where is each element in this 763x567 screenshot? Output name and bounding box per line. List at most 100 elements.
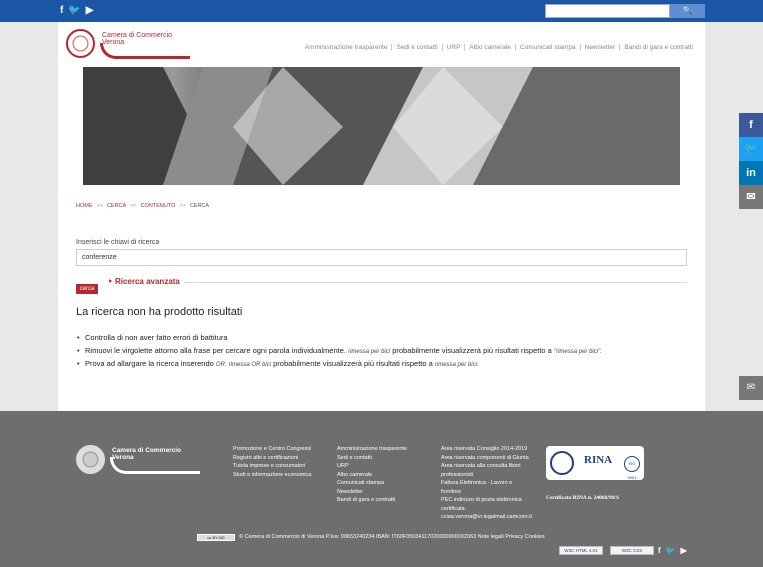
certificate-text: Certificato RINA n. 24060/99/S [546,495,620,501]
footer-logo-swoosh [110,457,200,474]
footer-link[interactable]: Fattura Elettronica - Lavoro e [441,479,532,488]
footer-link[interactable]: Area riservata componenti di Giunta [441,454,532,463]
breadcrumb-separator: >> [96,203,103,209]
nav-item-urp[interactable]: URP [441,44,465,51]
rina-seal-icon [550,451,574,475]
nav-item-newsletter[interactable]: Newsletter [579,44,620,51]
facebook-icon[interactable]: f [658,546,661,556]
breadcrumb-cerca[interactable]: CERCA [107,203,126,209]
email-icon[interactable]: ✉ [739,185,763,209]
footer-col-nav: Amministrazione trasparente Sedi e conta… [337,445,407,505]
tip-example: OR. [215,362,227,368]
footer-link[interactable]: Area riservata Consiglio 2014-2019 [441,445,532,454]
footer-link[interactable]: Albo camerale [337,471,407,480]
nav-item-amministrazione[interactable]: Amministrazione trasparente [301,44,392,51]
facebook-icon[interactable]: f [739,113,763,137]
search-button[interactable]: cerca [76,284,98,294]
list-item: Prova ad allargare la ricerca inserendo … [76,358,676,372]
breadcrumb-separator: >> [130,203,137,209]
divider [184,282,687,283]
tip-example: rimessa per bici. [434,362,479,368]
youtube-icon[interactable]: ▶ [681,546,687,556]
site-logo[interactable]: Camera di Commercio Verona [66,29,196,62]
search-input[interactable]: conferenze [76,249,687,266]
twitter-icon[interactable]: 🐦 [739,137,763,161]
no-results-heading: La ricerca non ha prodotto risultati [76,306,243,318]
search-label: Inserisci le chiavi di ricerca [76,239,160,246]
list-item: Controlla di non aver fatto errori di ba… [76,332,676,345]
footer-link[interactable]: Bandi di gara e contratti [337,496,407,505]
main-nav: Amministrazione trasparente Sedi e conta… [301,44,697,51]
w3c-html-badge[interactable]: W3C HTML 4.01 [559,546,603,555]
breadcrumb-separator: >> [179,203,186,209]
top-bar: f 🐦 ▶ 🔍 [0,0,763,22]
chamber-seal-icon [66,29,95,58]
share-sidebar: f 🐦 in ✉ [739,113,763,209]
tip-text: Rimuovi le virgolette attorno alla frase… [85,345,346,355]
facebook-icon[interactable]: f [60,5,63,17]
creative-commons-badge[interactable]: cc BY-ND [197,534,235,541]
w3c-css-badge[interactable]: W3C CSS [610,546,654,555]
nav-item-comunicati[interactable]: Comunicati stampa [514,44,580,51]
footer-text: PEC indirizzo di posta elettronica [441,497,522,503]
tip-example: rimessa OR bici [228,362,272,368]
top-search: 🔍 [545,4,705,18]
footer-social-links: f 🐦 ▶ [658,546,687,556]
banner-collage [83,67,680,185]
chamber-seal-icon [76,445,105,474]
breadcrumb-current: CERCA [189,203,210,209]
search-icon: 🔍 [682,6,693,15]
linkedin-icon[interactable]: in [739,161,763,185]
top-search-input[interactable] [545,4,670,18]
tip-text: Controlla di non aver fatto errori di ba… [85,333,228,342]
footer-col-reserved: Area riservata Consiglio 2014-2019 Area … [441,445,532,522]
nav-item-bandi[interactable]: Bandi di gara e contratti [619,44,697,51]
logo-swoosh [100,43,190,59]
footer-link[interactable]: URP [337,462,407,471]
footer-logo-line1: Camera di Commercio [112,447,181,454]
tip-text: Prova ad allargare la ricerca inserendo [85,359,214,368]
tip-text: probabilmente visualizzerà più risultati… [273,359,433,368]
nav-item-sedi[interactable]: Sedi e contatti [391,44,441,51]
footer-logo[interactable]: Camera di Commercio Verona [76,445,206,477]
rina-certification-logo: RINA ISO 9001 [546,446,644,480]
footer-col-services: Promozione e Centro Congressi Registri a… [233,445,311,479]
copyright-text: © Camera di Commercio di Verona P.Iva: 0… [239,534,545,540]
twitter-icon[interactable]: 🐦 [68,5,80,17]
search-tips: Controlla di non aver fatto errori di ba… [76,332,676,372]
top-social-links: f 🐦 ▶ [60,5,94,17]
footer-link[interactable]: Newsletter [337,488,407,497]
footer-text: certificata: [441,505,467,512]
footer-link[interactable]: Amministrazione trasparente [337,445,407,454]
header-banner-image [83,67,680,185]
footer-link[interactable]: Registri albi e certificazioni [233,454,311,463]
rina-title: RINA [584,454,613,466]
footer-link[interactable]: Sedi e contatti [337,454,407,463]
logo-line1: Camera di Commercio [102,32,173,39]
breadcrumb-home[interactable]: HOME [76,203,93,209]
validation-badges: W3C HTML 4.01 W3C CSS [559,546,654,555]
footer-link[interactable]: professionisti [441,471,532,480]
advanced-search-label: Ricerca avanzata [114,277,180,286]
footer-link[interactable]: fornitore [441,488,532,497]
top-search-button[interactable]: 🔍 [670,4,705,18]
footer-link[interactable]: Comunicati stampa [337,479,407,488]
footer-link[interactable]: cciaa.verona@vr.legalmail.camcom.it [441,513,532,522]
advanced-search-link[interactable]: ‣ Ricerca avanzata [108,277,180,286]
footer: Camera di Commercio Verona Promozione e C… [0,411,763,567]
breadcrumb-contenuto[interactable]: CONTENUTO [141,203,176,209]
footer-link[interactable]: Promozione e Centro Congressi [233,445,311,454]
tip-text: probabilmente visualizzerà più risultati… [392,345,552,355]
iso-badge: ISO 9001 [624,456,640,480]
nav-item-albo[interactable]: Albo camerale [464,44,515,51]
email-icon[interactable]: ✉ [739,376,763,400]
footer-link[interactable]: Area riservata alla consulta liberi [441,462,532,471]
youtube-icon[interactable]: ▶ [86,5,94,17]
footer-link[interactable]: Studi e informazione economica [233,471,311,480]
breadcrumb: HOME >> CERCA >> CONTENUTO >> CERCA [76,203,209,209]
tip-example: rimessa per bici [348,348,391,355]
twitter-icon[interactable]: 🐦 [666,546,676,556]
tip-example: "rimessa per bici". [553,348,602,355]
footer-link[interactable]: Tutela imprese e consumatori [233,462,311,471]
list-item: Rimuovi le virgolette attorno alla frase… [76,345,676,359]
